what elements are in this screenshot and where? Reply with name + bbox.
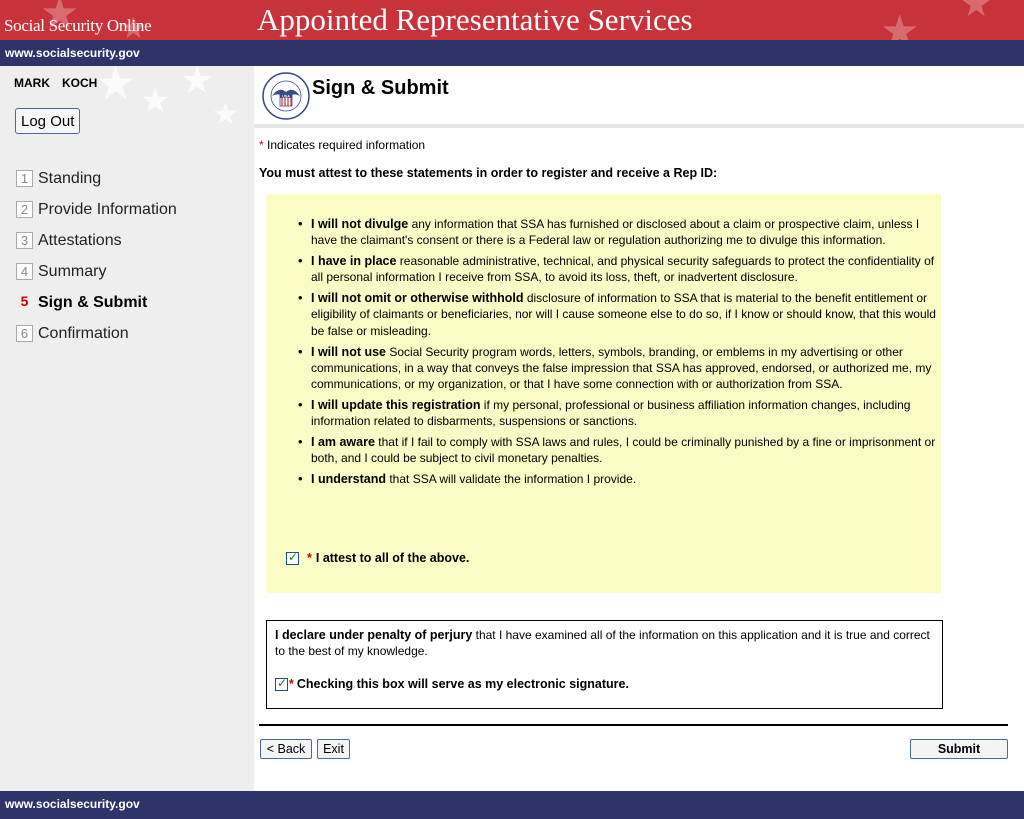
attestation-bold: I will not use — [311, 344, 387, 359]
step-label: Provide Information — [38, 200, 177, 218]
step-number: 4 — [16, 263, 33, 280]
attestation-item: I will not use Social Security program w… — [298, 344, 938, 393]
user-name: MARK KOCH — [14, 76, 97, 90]
step-list: 1 Standing 2 Provide Information 3 Attestat… — [16, 163, 177, 349]
step-label: Confirmation — [38, 324, 129, 342]
divider — [259, 724, 1008, 726]
attestation-item: I am aware that if I fail to comply with… — [298, 434, 938, 467]
step-number: 1 — [16, 170, 33, 187]
attest-checkbox-label[interactable]: I attest to all of the above. — [316, 551, 470, 565]
attestation-item: I have in place reasonable administrativ… — [298, 253, 938, 286]
star-icon: ★ — [180, 66, 215, 102]
footer-url[interactable]: www.socialsecurity.gov — [5, 797, 140, 811]
attestation-text: that SSA will validate the information I… — [386, 472, 637, 487]
required-note-text: Indicates required information — [267, 138, 426, 152]
required-marker: * — [289, 677, 294, 691]
step-sign-submit: 5 Sign & Submit — [16, 287, 177, 318]
user-first-name: MARK — [14, 76, 50, 90]
step-label: Attestations — [38, 231, 122, 249]
attestation-box: I will not divulge any information that … — [266, 194, 941, 593]
required-marker: * — [259, 138, 264, 152]
site-header: ★ ★ ★ ★ Social Security Online Appointed… — [0, 0, 1024, 40]
step-number: 6 — [16, 325, 33, 342]
attestation-bold: I will not omit or otherwise withhold — [311, 291, 524, 306]
site-brand[interactable]: Social Security Online — [4, 16, 152, 36]
attestation-text: Social Security program words, letters, … — [311, 344, 932, 392]
perjury-statement: I declare under penalty of perjury that … — [275, 627, 940, 659]
exit-button[interactable]: Exit — [317, 739, 350, 759]
submit-button[interactable]: Submit — [910, 739, 1008, 759]
ssa-seal-icon: USA — [262, 72, 310, 120]
url-bar: www.socialsecurity.gov — [0, 40, 1024, 66]
perjury-box: I declare under penalty of perjury that … — [266, 620, 943, 709]
star-icon: ★ — [880, 7, 920, 41]
attestation-bold: I will update this registration — [311, 397, 481, 412]
perjury-bold: I declare under penalty of perjury — [275, 628, 473, 642]
attestation-item: I will update this registration if my pe… — [298, 397, 938, 430]
attest-checkbox[interactable] — [286, 550, 299, 565]
attestation-bold: I understand — [311, 472, 387, 487]
attestation-item: I understand that SSA will validate the … — [298, 471, 938, 488]
svg-text:USA: USA — [282, 94, 290, 98]
main-content: USA Sign & Submit * Indicates required i… — [254, 66, 1024, 791]
required-marker: * — [307, 551, 312, 565]
step-number: 3 — [16, 232, 33, 249]
step-provide-information: 2 Provide Information — [16, 194, 177, 225]
attestation-item: I will not omit or otherwise withhold di… — [298, 290, 938, 339]
attest-checkbox-row: * I attest to all of the above. — [286, 550, 470, 565]
back-button[interactable]: < Back — [260, 739, 312, 759]
required-note: * Indicates required information — [259, 138, 425, 152]
step-summary: 4 Summary — [16, 256, 177, 287]
signature-checkbox-row: * Checking this box will serve as my ele… — [275, 676, 629, 691]
signature-checkbox[interactable] — [275, 676, 288, 691]
app-title: Appointed Representative Services — [257, 2, 693, 37]
star-icon: ★ — [140, 82, 171, 120]
attestation-list: I will not divulge any information that … — [298, 216, 938, 492]
site-footer: www.socialsecurity.gov — [0, 791, 1024, 819]
step-number: 5 — [20, 293, 29, 309]
star-icon: ★ — [212, 98, 239, 131]
step-label: Standing — [38, 169, 102, 187]
step-label: Summary — [38, 262, 107, 280]
attestation-text: that if I fail to comply with SSA laws a… — [311, 435, 936, 466]
site-url[interactable]: www.socialsecurity.gov — [5, 46, 140, 60]
attestation-item: I will not divulge any information that … — [298, 216, 938, 249]
star-icon: ★ — [960, 0, 993, 24]
page-header: USA Sign & Submit — [254, 66, 1024, 128]
step-attestations: 3 Attestations — [16, 225, 177, 256]
attestation-text: reasonable administrative, technical, an… — [311, 254, 935, 285]
step-confirmation: 6 Confirmation — [16, 318, 177, 349]
step-label: Sign & Submit — [38, 293, 148, 311]
attest-intro: You must attest to these statements in o… — [259, 166, 718, 180]
attestation-bold: I am aware — [311, 435, 375, 450]
star-icon: ★ — [95, 66, 137, 109]
logout-button[interactable]: Log Out — [15, 108, 81, 134]
user-last-name: KOCH — [62, 76, 98, 90]
sidebar: ★ ★ ★ ★ MARK KOCH Log Out 1 Standing 2 Prov… — [0, 66, 254, 791]
step-number: 2 — [16, 201, 33, 218]
page-title: Sign & Submit — [312, 77, 449, 99]
attestation-bold: I have in place — [311, 254, 397, 269]
attestation-bold: I will not divulge — [311, 217, 409, 231]
step-standing: 1 Standing — [16, 163, 177, 194]
signature-checkbox-label[interactable]: Checking this box will serve as my elect… — [297, 677, 629, 691]
